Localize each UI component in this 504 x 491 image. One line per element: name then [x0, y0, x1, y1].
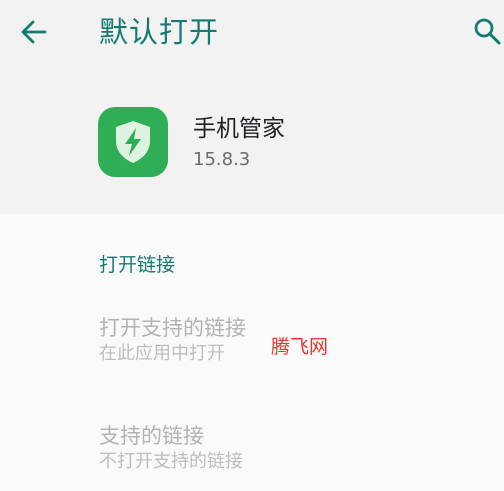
shield-bolt-icon	[116, 121, 150, 163]
pref-title: 打开支持的链接	[99, 316, 246, 340]
pref-open-supported-links[interactable]: 打开支持的链接 在此应用中打开	[99, 314, 246, 366]
arrow-left-icon	[21, 20, 47, 44]
app-icon	[98, 107, 168, 177]
section-header-open-links: 打开链接	[99, 254, 176, 276]
app-name: 手机管家	[193, 116, 285, 142]
pref-supported-links[interactable]: 支持的链接 不打开支持的链接	[99, 422, 243, 474]
default-open-screen: 默认打开 手机管家 15.8.3 打开链接 打开支持的链接 在此应用中打开 腾飞…	[0, 0, 504, 491]
page-title: 默认打开	[99, 15, 220, 49]
search-button[interactable]	[470, 14, 504, 48]
pref-title: 支持的链接	[99, 424, 204, 448]
pref-summary: 不打开支持的链接	[99, 451, 243, 472]
app-version: 15.8.3	[193, 149, 251, 170]
back-button[interactable]	[18, 16, 50, 48]
watermark: 腾飞网	[271, 336, 329, 358]
app-header-area: 默认打开 手机管家 15.8.3	[0, 0, 504, 214]
pref-summary: 在此应用中打开	[99, 343, 225, 364]
search-icon	[474, 18, 501, 45]
